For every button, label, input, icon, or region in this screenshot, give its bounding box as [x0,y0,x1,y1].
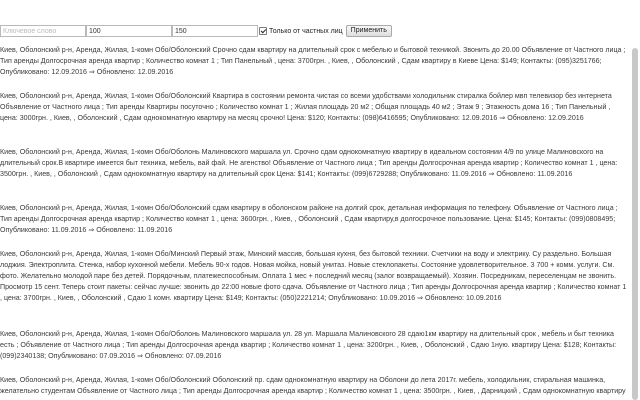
price-min-input[interactable] [86,25,172,37]
listing-item: Киев, Оболонский р-н, Аренда, Жилая, 1-к… [0,330,617,361]
filter-bar: Только от частных лиц Применить [0,24,400,38]
listing-item: Киев, Оболонский р-н, Аренда, Жилая, 1-к… [0,376,626,396]
listing-list: Киев, Оболонский р-н, Аренда, Жилая, 1-к… [0,45,630,399]
scrollbar-track[interactable] [630,0,640,400]
scrollbar-thumb[interactable] [632,48,638,400]
price-max-input[interactable] [172,25,258,37]
apply-button[interactable]: Применить [345,25,392,37]
listing-item: Киев, Оболонский р-н, Аренда, Жилая, 1-к… [0,148,618,179]
listing-item: Киев, Оболонский р-н, Аренда, Жилая, 1-к… [0,92,612,123]
listing-item: Киев, Оболонский р-н, Аренда, Жилая, 1-к… [0,250,627,303]
private-only-toggle[interactable]: Только от частных лиц [259,27,343,35]
keyword-input[interactable] [0,25,86,37]
private-only-label: Только от частных лиц [269,27,343,35]
listing-item: Киев, Оболонский р-н, Аренда, Жилая, 1-к… [0,46,626,77]
listing-item: Киев, Оболонский р-н, Аренда, Жилая, 1-к… [0,204,618,235]
private-only-checkbox[interactable] [259,27,267,35]
